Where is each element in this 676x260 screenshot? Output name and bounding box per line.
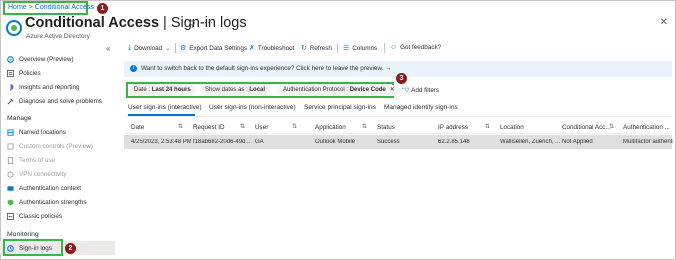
custom-controls-icon bbox=[7, 143, 14, 150]
info-icon: i bbox=[130, 64, 137, 72]
column-header-user[interactable]: User bbox=[255, 124, 268, 131]
collapse-sidebar-icon[interactable]: « bbox=[106, 44, 110, 53]
column-header-authentication[interactable]: Authentication ... bbox=[623, 124, 670, 131]
wrench-icon: ✗ bbox=[249, 45, 255, 52]
sidebar-item-named-locations[interactable]: Named locations bbox=[7, 127, 115, 138]
callout-badge-3: 3 bbox=[396, 73, 407, 84]
column-header-conditional-access[interactable]: Conditional Acc... bbox=[562, 124, 611, 131]
table-cell-ip-address: 62.2.85.148 bbox=[438, 139, 470, 145]
sidebar-item-custom-controls[interactable]: Custom controls (Preview) bbox=[7, 141, 115, 152]
toolbar-divider bbox=[337, 43, 338, 53]
table-cell-status: Success bbox=[377, 139, 400, 145]
sidebar-item-terms-of-use[interactable]: Terms of use bbox=[7, 155, 115, 166]
download-button[interactable]: ⤓ Download ⌄ bbox=[128, 44, 170, 52]
refresh-icon: ↻ bbox=[301, 45, 307, 52]
add-filters-button[interactable]: ⁺▽ Add filters bbox=[401, 85, 439, 96]
insights-icon bbox=[10, 84, 14, 91]
column-header-location[interactable]: Location bbox=[500, 124, 524, 131]
toolbar-divider bbox=[384, 43, 385, 53]
tab-managed-identity-sign-ins[interactable]: Managed identity sign-ins bbox=[384, 104, 458, 111]
columns-button[interactable]: ☰ Columns bbox=[343, 44, 377, 53]
sort-icon[interactable]: ⇅ bbox=[292, 123, 297, 130]
page-subtitle: Azure Active Directory bbox=[26, 33, 90, 40]
sidebar-item-diagnose[interactable]: Diagnose and solve problems bbox=[7, 96, 115, 107]
section-label-monitoring: Monitoring bbox=[7, 231, 39, 238]
tab-user-sign-ins-interactive[interactable]: User sign-ins (interactive) bbox=[128, 104, 202, 111]
sign-in-logs-highlight-box bbox=[3, 239, 63, 256]
tab-user-sign-ins-non-interactive[interactable]: User sign-ins (non-interactive) bbox=[209, 104, 296, 111]
sort-icon[interactable]: ⇅ bbox=[178, 123, 183, 130]
callout-badge-1: 1 bbox=[97, 3, 108, 14]
columns-icon: ☰ bbox=[343, 45, 350, 52]
policies-icon bbox=[7, 70, 14, 77]
terms-of-use-icon bbox=[7, 157, 14, 164]
breadcrumb-separator: > bbox=[28, 4, 33, 11]
table-cell-application: Outlook Mobile bbox=[315, 139, 356, 145]
pin-icon[interactable]: ⚲ bbox=[189, 19, 196, 30]
vpn-connectivity-icon bbox=[7, 171, 14, 178]
sort-icon[interactable]: ⇅ bbox=[609, 123, 614, 130]
sidebar-item-classic-policies[interactable]: Classic policies bbox=[7, 211, 115, 222]
filter-pill-show-dates[interactable]: Show dates as : Local bbox=[200, 85, 271, 96]
toolbar-divider bbox=[175, 43, 176, 53]
callout-badge-2: 2 bbox=[65, 243, 76, 254]
sidebar-item-overview[interactable]: Overview (Preview) bbox=[7, 54, 115, 65]
tabs-divider bbox=[124, 116, 672, 117]
column-header-request-id[interactable]: Request ID bbox=[193, 124, 225, 131]
sidebar-item-insights[interactable]: Insights and reporting bbox=[7, 82, 115, 93]
feedback-button[interactable]: ☺ Got feedback? bbox=[390, 44, 441, 51]
export-data-settings-button[interactable]: ⚙ Export Data Settings bbox=[180, 44, 247, 53]
page-title: Conditional Access | Sign-in logs bbox=[25, 15, 247, 31]
download-icon: ⤓ bbox=[128, 44, 132, 51]
table-cell-authentication: Multifactor authenti... bbox=[623, 139, 673, 145]
sort-icon[interactable]: ⇅ bbox=[362, 123, 367, 130]
table-header-divider bbox=[124, 133, 672, 134]
sidebar-item-authentication-context[interactable]: Authentication context bbox=[7, 183, 115, 194]
tab-service-principal-sign-ins[interactable]: Service principal sign-ins bbox=[304, 104, 376, 111]
table-cell-location: Wallisellen, Zuerich, ... bbox=[500, 139, 560, 145]
filter-pill-date[interactable]: Date : Last 24 hours bbox=[129, 85, 196, 96]
named-locations-icon bbox=[7, 129, 14, 136]
add-filter-icon: ⁺▽ bbox=[401, 87, 410, 94]
breadcrumb-current-link[interactable]: Conditional Access bbox=[35, 4, 94, 11]
chevron-down-icon: ⌄ bbox=[165, 44, 171, 52]
more-options-icon[interactable]: ··· bbox=[204, 17, 213, 27]
remove-filter-icon[interactable]: ✕ bbox=[390, 87, 395, 93]
overview-icon bbox=[7, 56, 14, 63]
close-icon[interactable]: ✕ bbox=[660, 17, 668, 28]
refresh-button[interactable]: ↻ Refresh bbox=[301, 44, 332, 53]
breadcrumb: Home > Conditional Access bbox=[3, 1, 94, 15]
column-header-date[interactable]: Date bbox=[131, 124, 144, 131]
sort-icon[interactable]: ⇅ bbox=[485, 123, 490, 130]
breadcrumb-home-link[interactable]: Home bbox=[8, 4, 27, 11]
section-label-manage: Manage bbox=[7, 115, 32, 122]
sidebar-item-vpn-connectivity[interactable]: VPN connectivity bbox=[7, 169, 115, 180]
column-header-status[interactable]: Status bbox=[377, 124, 395, 131]
sidebar-item-policies[interactable]: Policies bbox=[7, 68, 115, 79]
sort-icon[interactable]: ⇅ bbox=[240, 123, 245, 130]
sidebar-item-authentication-strengths[interactable]: Authentication strengths bbox=[7, 197, 115, 208]
table-cell-request-id: f18ab682-20d6-49d... bbox=[193, 139, 251, 145]
gear-icon: ⚙ bbox=[180, 45, 187, 52]
filter-pill-authentication-protocol[interactable]: Authentication Protocol : Device Code ✕ bbox=[278, 85, 400, 96]
feedback-icon: ☺ bbox=[390, 44, 398, 51]
table-cell-user: GA bbox=[255, 139, 264, 145]
column-header-ip-address[interactable]: IP address bbox=[438, 124, 468, 131]
table-cell-conditional-access: Not Applied bbox=[562, 139, 593, 145]
column-header-application[interactable]: Application bbox=[315, 124, 346, 131]
classic-policies-icon bbox=[7, 213, 14, 220]
diagnose-icon bbox=[7, 98, 14, 105]
authentication-context-icon bbox=[7, 186, 14, 191]
table-cell-date: 4/25/2023, 2:53:48 PM bbox=[131, 139, 191, 145]
troubleshoot-button[interactable]: ✗ Troubleshoot bbox=[249, 44, 294, 53]
authentication-strengths-icon bbox=[7, 199, 14, 206]
conditional-access-icon bbox=[6, 20, 22, 36]
